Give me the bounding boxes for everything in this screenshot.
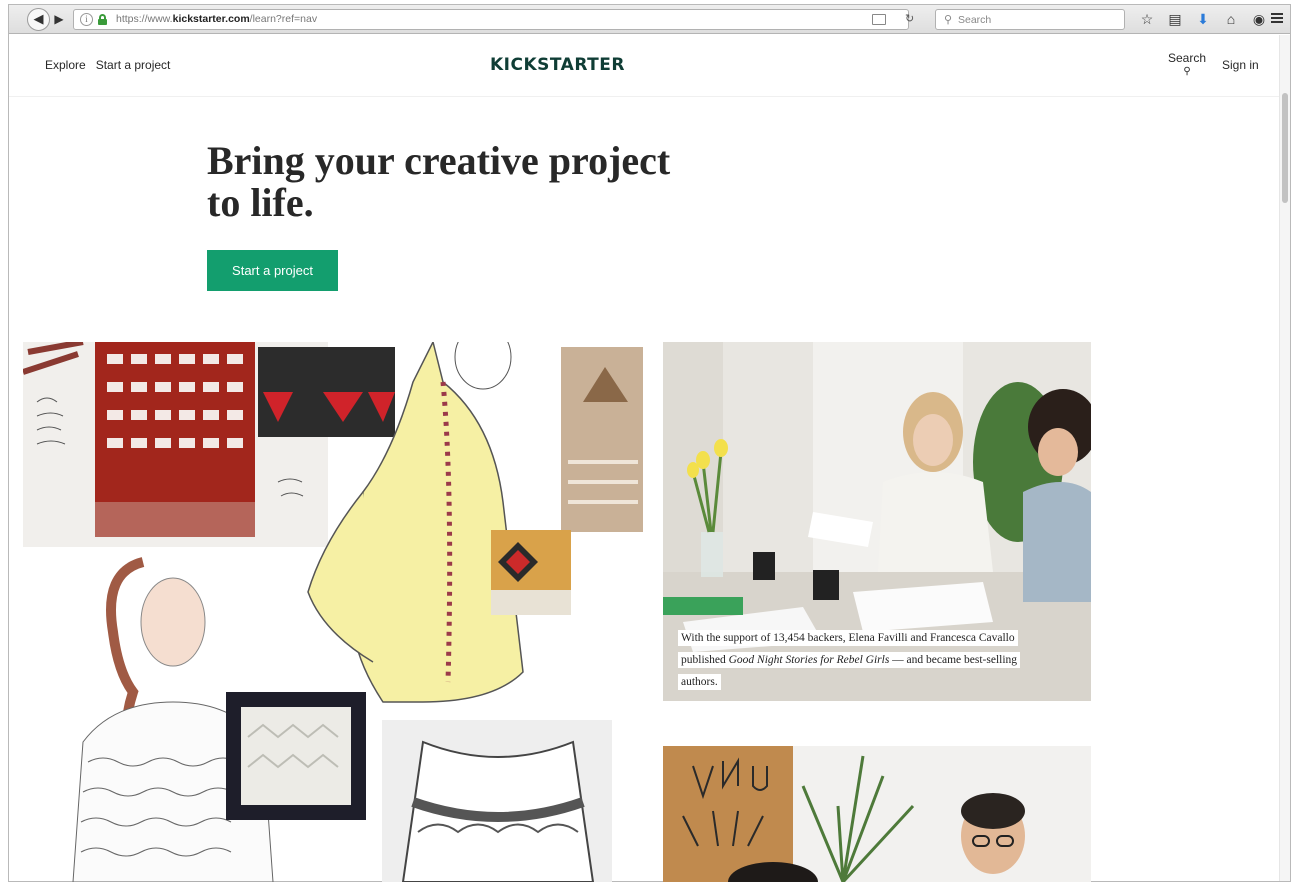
forward-arrow-icon[interactable]: ▶ [50, 9, 68, 29]
hero-heading-line1: Bring your creative project [207, 138, 671, 183]
site-search-label: Search [1167, 51, 1207, 65]
pocket-icon[interactable]: ◉ [1249, 9, 1269, 29]
home-icon[interactable]: ⌂ [1221, 9, 1241, 29]
craft-sketch-collage [23, 342, 643, 882]
info-icon[interactable]: i [80, 13, 93, 26]
scrollbar-thumb[interactable] [1282, 93, 1288, 203]
nav-start-project-link[interactable]: Start a project [96, 58, 171, 72]
reader-view-icon[interactable] [872, 14, 886, 25]
bookmark-star-icon[interactable]: ☆ [1137, 9, 1157, 29]
url-prefix: https://www. [116, 13, 173, 25]
site-search-button[interactable]: Search ⚲ [1167, 51, 1207, 79]
caption-line2: published Good Night Stories for Rebel G… [678, 652, 1021, 668]
photo-caption: With the support of 13,454 backers, Elen… [678, 627, 1060, 693]
lock-icon [98, 14, 107, 25]
hero-heading: Bring your creative project to life. [207, 140, 767, 224]
manual-studio-photo [663, 746, 1091, 882]
search-icon: ⚲ [944, 14, 953, 26]
site-header: Explore Start a project KICKSTARTER Sear… [9, 35, 1281, 97]
bookmarks-list-icon[interactable]: ▤ [1165, 9, 1185, 29]
browser-search-input[interactable]: ⚲ Search [935, 9, 1125, 30]
magnifier-icon: ⚲ [1183, 66, 1191, 77]
browser-search-placeholder: Search [958, 14, 992, 26]
browser-toolbar: ◀ ▶ i https://www.kickstarter.com/learn?… [9, 5, 1290, 34]
download-icon[interactable]: ⬇ [1193, 9, 1213, 29]
nav-explore-link[interactable]: Explore [45, 58, 86, 72]
reload-icon[interactable]: ↻ [905, 12, 914, 25]
url-path: /learn?ref=nav [249, 13, 318, 25]
toolbar-icons: ☆ ▤ ⬇ ⌂ ◉ [1137, 9, 1269, 29]
url-domain: kickstarter.com [172, 13, 250, 25]
caption-line2-post: — and became best-selling [889, 654, 1018, 666]
hero-heading-line2: to life. [207, 180, 314, 225]
start-project-button[interactable]: Start a project [207, 250, 338, 291]
page-scrollbar[interactable] [1279, 35, 1290, 881]
caption-line2-pre: published [681, 654, 729, 666]
primary-nav: Explore Start a project [45, 58, 170, 72]
caption-book-title: Good Night Stories for Rebel Girls [728, 654, 890, 666]
studio-photo-image [663, 746, 1091, 882]
hamburger-menu-icon[interactable] [1271, 13, 1283, 23]
kickstarter-logo[interactable]: KICKSTARTER [490, 55, 625, 75]
sign-in-link[interactable]: Sign in [1222, 58, 1259, 72]
caption-line1: With the support of 13,454 backers, Elen… [678, 630, 1018, 646]
collage-illustration [23, 342, 643, 882]
address-bar[interactable]: i https://www.kickstarter.com/learn?ref=… [73, 9, 909, 30]
url-text[interactable]: https://www.kickstarter.com/learn?ref=na… [116, 13, 317, 25]
back-arrow-icon[interactable]: ◀ [27, 7, 50, 31]
caption-line3: authors. [678, 674, 721, 690]
